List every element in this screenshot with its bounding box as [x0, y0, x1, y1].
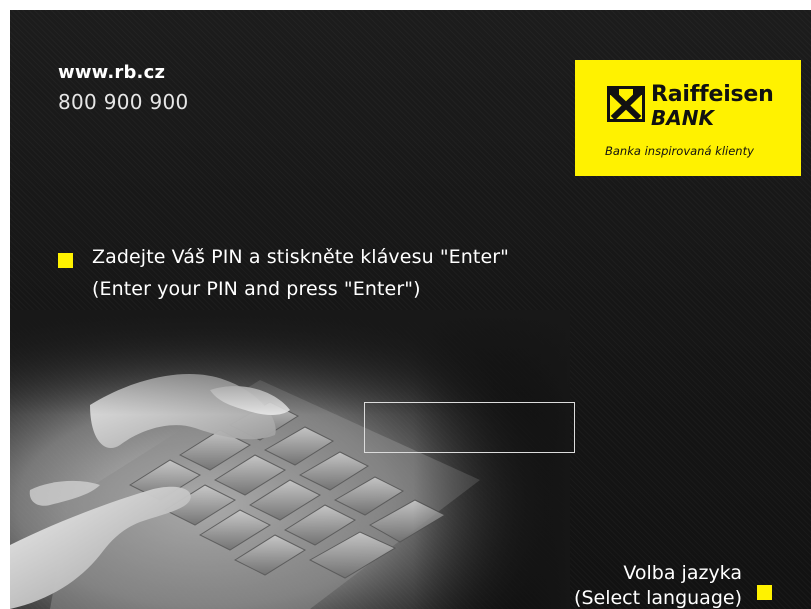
bank-phone-number: 800 900 900 — [58, 90, 189, 114]
select-language-label-english: (Select language) — [574, 587, 742, 609]
bank-website-url: www.rb.cz — [58, 62, 166, 83]
raiffeisen-gable-cross-icon — [607, 86, 645, 122]
instruction-bullet-icon — [58, 253, 73, 268]
select-language-label-czech: Volba jazyka — [623, 562, 742, 584]
raiffeisen-logo: Raiffeisen BANK Banka inspirovaná klient… — [575, 60, 801, 176]
pin-instruction-czech: Zadejte Váš PIN a stiskněte klávesu "Ent… — [92, 246, 510, 268]
atm-screen: www.rb.cz 800 900 900 Raiffeisen BANK Ba… — [10, 10, 811, 609]
pin-input[interactable] — [364, 402, 575, 453]
language-bullet-icon — [757, 585, 772, 600]
logo-name-bank: BANK — [651, 106, 714, 130]
logo-tagline: Banka inspirovaná klienty — [605, 144, 754, 158]
logo-name-raiffeisen: Raiffeisen — [651, 82, 774, 107]
select-language-button[interactable]: Volba jazyka (Select language) — [510, 558, 810, 609]
keypad-hands-photo — [10, 310, 570, 609]
pin-instruction-english: (Enter your PIN and press "Enter") — [92, 278, 421, 300]
